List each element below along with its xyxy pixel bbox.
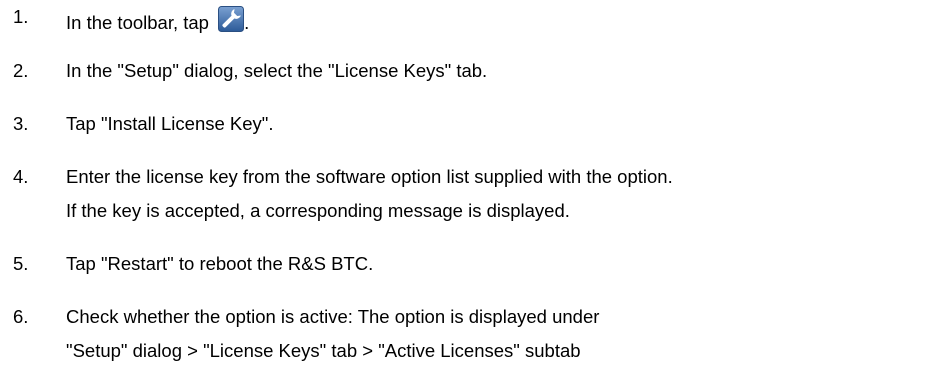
instruction-steps: 1. In the toolbar, tap . 2. In the "Setu…: [0, 0, 943, 369]
step-text: In the toolbar, tap .: [66, 6, 249, 34]
step-number: 5.: [13, 253, 29, 274]
step-number: 2.: [13, 60, 29, 81]
step-number: 6.: [13, 306, 29, 327]
step-text: Check whether the option is active: The …: [66, 306, 599, 362]
step-text-line: Check whether the option is active: The …: [66, 306, 600, 327]
step-text: Tap "Restart" to reboot the R&S BTC.: [66, 253, 374, 274]
step-text-line: "Setup" dialog > "License Keys" tab > "A…: [66, 340, 581, 361]
step-text: Tap "Install License Key".: [66, 113, 274, 134]
step-text: Enter the license key from the software …: [66, 166, 673, 222]
step-number: 1.: [13, 6, 29, 27]
step-number: 4.: [13, 166, 29, 187]
step-text-line: Enter the license key from the software …: [66, 166, 673, 187]
step-text-line: If the key is accepted, a corresponding …: [66, 200, 570, 221]
step-number: 3.: [13, 113, 29, 134]
step-text-before-icon: In the toolbar, tap: [66, 12, 215, 33]
step-text-after-icon: .: [244, 12, 250, 33]
step-text: In the "Setup" dialog, select the "Licen…: [66, 60, 488, 81]
wrench-icon: [218, 6, 245, 32]
